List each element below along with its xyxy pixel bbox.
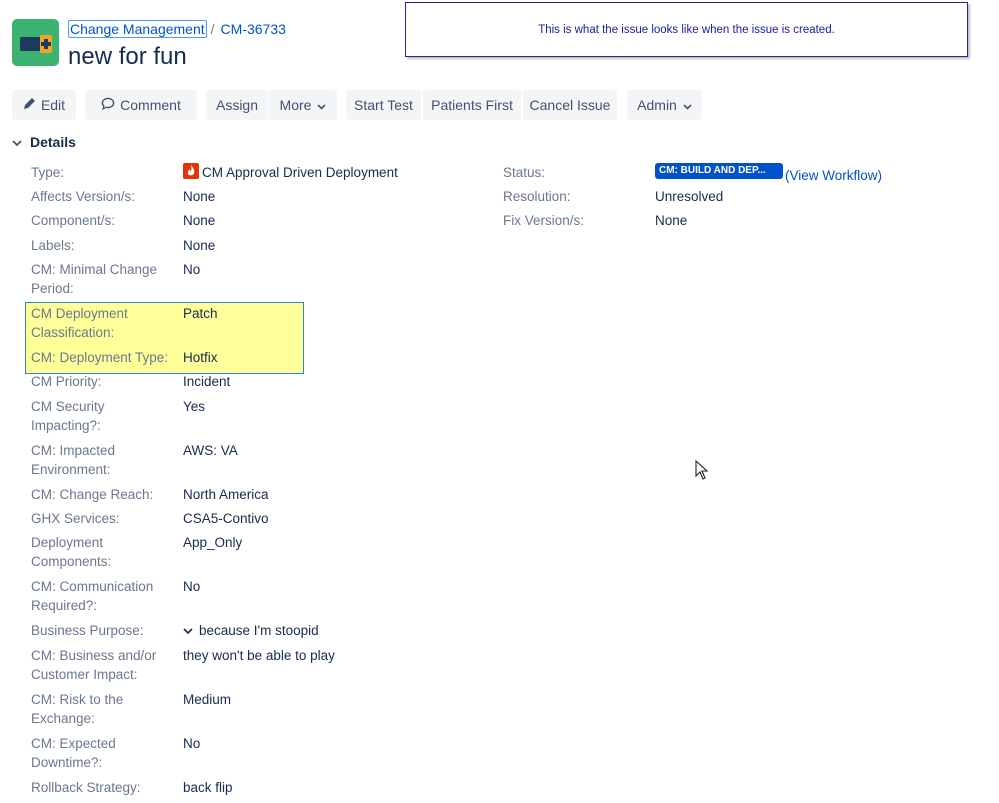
expand-chevron-icon[interactable] bbox=[183, 621, 193, 640]
more-button[interactable]: More bbox=[269, 90, 337, 120]
field-label-rollback-strategy: Rollback Strategy: bbox=[31, 780, 141, 795]
edit-button-label: Edit bbox=[40, 97, 66, 113]
field-label-security-impacting: CM Security Impacting?: bbox=[31, 399, 105, 433]
cancel-issue-button-label: Cancel Issue bbox=[529, 97, 611, 113]
chevron-down-icon bbox=[317, 97, 327, 113]
field-value-communication-required: No bbox=[183, 579, 201, 594]
field-value-status: CM: BUILD AND DEP... (View Workflow) bbox=[655, 163, 882, 185]
start-test-button-label: Start Test bbox=[354, 97, 413, 113]
field-label-labels: Labels: bbox=[31, 238, 75, 253]
field-value-security-impacting: Yes bbox=[183, 399, 206, 414]
project-avatar-icon bbox=[20, 35, 52, 53]
field-label-status: Status: bbox=[503, 165, 546, 180]
annotation-callout: This is what the issue looks like when t… bbox=[405, 2, 968, 57]
field-value-deployment-components: App_Only bbox=[183, 535, 243, 550]
mouse-cursor-icon bbox=[695, 459, 709, 486]
field-label-expected-downtime: CM: Expected Downtime?: bbox=[31, 736, 116, 770]
field-value-priority: Incident bbox=[183, 374, 231, 389]
field-value-affects-version: None bbox=[183, 189, 216, 204]
field-label-type: Type: bbox=[31, 165, 65, 180]
view-workflow-link[interactable]: (View Workflow) bbox=[785, 168, 882, 183]
field-label-business-purpose: Business Purpose: bbox=[31, 623, 144, 638]
field-label-fix-version: Fix Version/s: bbox=[503, 213, 585, 228]
field-value-deployment-type: Hotfix bbox=[183, 350, 218, 365]
status-badge[interactable]: CM: BUILD AND DEP... bbox=[655, 163, 783, 179]
field-value-expected-downtime: No bbox=[183, 736, 201, 751]
field-label-minimal-change-period: CM: Minimal Change Period: bbox=[31, 262, 158, 296]
field-label-communication-required: CM: Communication Required?: bbox=[31, 579, 154, 613]
comment-button-label: Comment bbox=[120, 97, 181, 113]
field-value-impacted-environment: AWS: VA bbox=[183, 443, 238, 458]
assign-button[interactable]: Assign bbox=[206, 90, 268, 120]
field-value-rollback-strategy: back flip bbox=[183, 780, 233, 795]
flame-icon bbox=[183, 163, 199, 179]
more-button-label: More bbox=[279, 97, 312, 113]
admin-button[interactable]: Admin bbox=[627, 90, 702, 120]
field-label-ghx-services: GHX Services: bbox=[31, 511, 120, 526]
field-value-ghx-services: CSA5-Contivo bbox=[183, 511, 269, 526]
breadcrumb: Change Management / CM-36733 bbox=[68, 19, 286, 39]
field-label-deployment-classification: CM Deployment Classification: bbox=[31, 306, 128, 340]
field-value-type-text: CM Approval Driven Deployment bbox=[202, 165, 398, 180]
cancel-issue-button[interactable]: Cancel Issue bbox=[523, 90, 617, 120]
admin-button-label: Admin bbox=[637, 97, 677, 113]
assign-button-label: Assign bbox=[215, 97, 259, 113]
field-value-fix-version: None bbox=[655, 213, 688, 228]
field-value-type: CM Approval Driven Deployment bbox=[183, 163, 398, 182]
edit-button[interactable]: Edit bbox=[12, 90, 76, 120]
field-value-resolution: Unresolved bbox=[655, 189, 724, 204]
field-label-business-customer-impact: CM: Business and/or Customer Impact: bbox=[31, 648, 157, 682]
field-value-labels: None bbox=[183, 238, 216, 253]
field-label-components: Component/s: bbox=[31, 213, 116, 228]
field-label-priority: CM Priority: bbox=[31, 374, 102, 389]
annotation-text: This is what the issue looks like when t… bbox=[538, 23, 835, 36]
field-value-deployment-classification: Patch bbox=[183, 306, 218, 321]
field-label-resolution: Resolution: bbox=[503, 189, 571, 204]
details-heading: Details bbox=[30, 134, 76, 150]
field-value-business-customer-impact: they won't be able to play bbox=[183, 648, 335, 663]
chevron-down-icon bbox=[12, 134, 22, 150]
field-value-risk-to-exchange: Medium bbox=[183, 692, 232, 707]
field-value-business-purpose[interactable]: because I'm stoopid bbox=[183, 621, 319, 640]
comment-button[interactable]: Comment bbox=[85, 90, 197, 120]
project-avatar[interactable] bbox=[12, 19, 59, 66]
field-label-deployment-type: CM: Deployment Type: bbox=[31, 350, 169, 365]
chevron-down-icon bbox=[683, 97, 692, 113]
patients-first-button-label: Patients First bbox=[431, 97, 513, 113]
details-section-toggle[interactable]: Details bbox=[12, 134, 76, 150]
field-value-change-reach: North America bbox=[183, 487, 269, 502]
field-label-risk-to-exchange: CM: Risk to the Exchange: bbox=[31, 692, 124, 726]
field-label-affects-version: Affects Version/s: bbox=[31, 189, 136, 204]
pencil-icon bbox=[23, 97, 36, 113]
field-label-impacted-environment: CM: Impacted Environment: bbox=[31, 443, 116, 477]
field-value-components: None bbox=[183, 213, 216, 228]
breadcrumb-project-link[interactable]: Change Management bbox=[68, 20, 207, 38]
comment-icon bbox=[101, 97, 115, 113]
breadcrumb-separator: / bbox=[210, 21, 215, 37]
field-value-minimal-change-period: No bbox=[183, 262, 201, 277]
patients-first-button[interactable]: Patients First bbox=[423, 90, 521, 120]
breadcrumb-issue-key-link[interactable]: CM-36733 bbox=[221, 21, 286, 37]
field-value-business-purpose-text: because I'm stoopid bbox=[199, 623, 319, 638]
field-label-deployment-components: Deployment Components: bbox=[31, 535, 112, 569]
field-label-change-reach: CM: Change Reach: bbox=[31, 487, 154, 502]
start-test-button[interactable]: Start Test bbox=[346, 90, 421, 120]
issue-title[interactable]: new for fun bbox=[68, 42, 187, 72]
